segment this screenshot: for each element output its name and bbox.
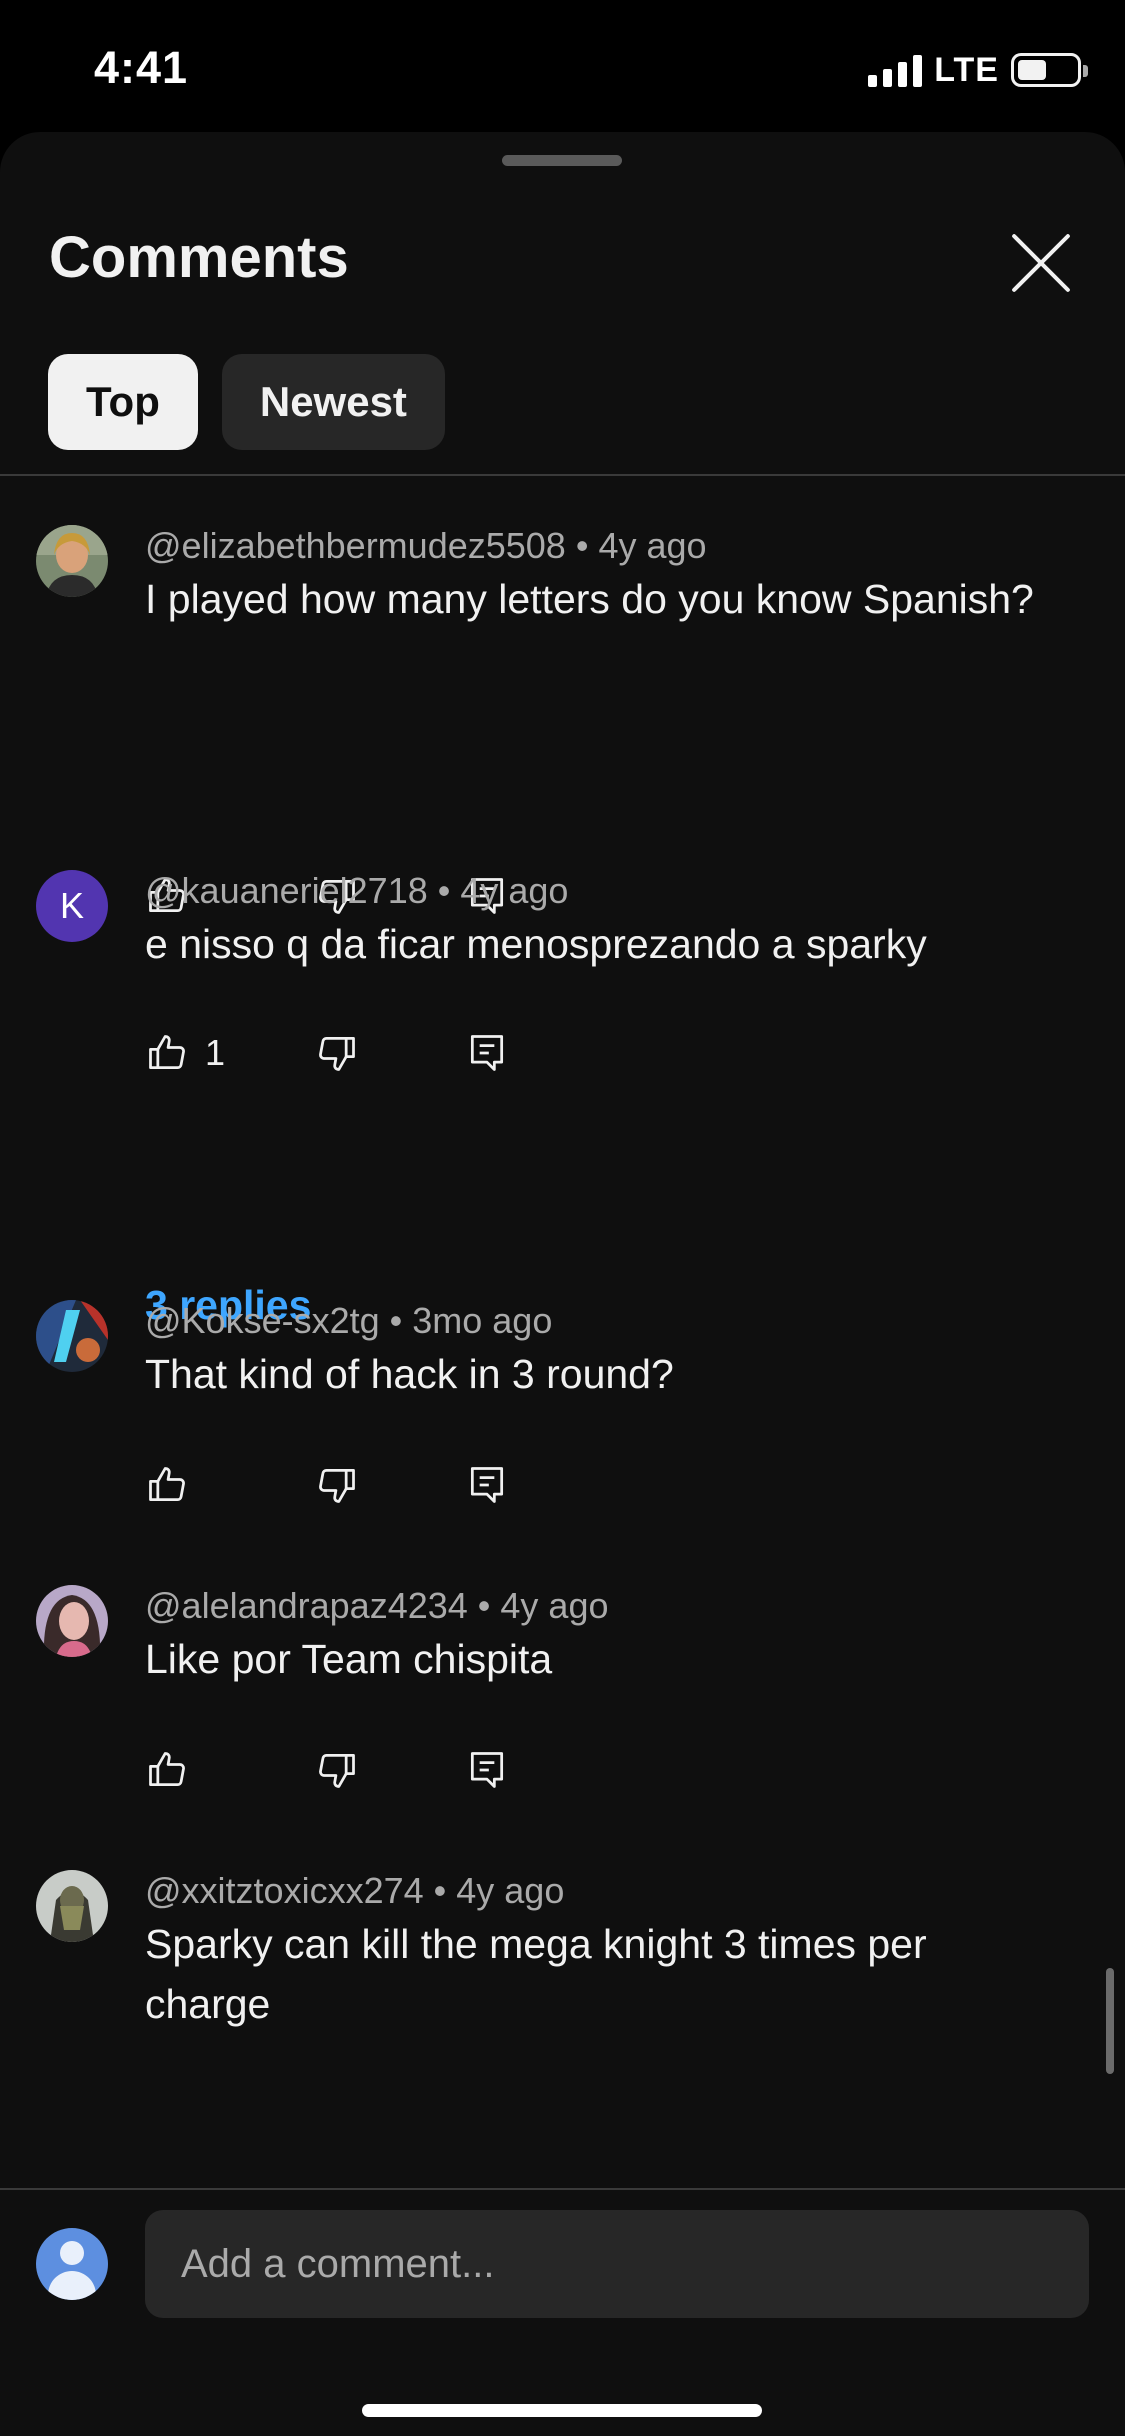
comment-meta: @elizabethbermudez5508 • 4y ago <box>145 525 707 567</box>
avatar[interactable] <box>36 525 108 597</box>
avatar[interactable] <box>36 1585 108 1657</box>
comment-composer <box>0 2188 1125 2436</box>
comment-meta: @kauaneriel2718 • 4y ago <box>145 870 568 912</box>
comment-text: Like por Team chispita <box>145 1636 553 1682</box>
comment-author[interactable]: @elizabethbermudez5508 <box>145 525 566 566</box>
comment-age: 3mo ago <box>412 1300 553 1341</box>
avatar[interactable] <box>36 1300 108 1372</box>
reply-icon <box>470 1035 504 1071</box>
status-bar: 4:41 LTE <box>0 0 1125 132</box>
comments-sheet: Comments Top Newest @elizabethbermudez55… <box>0 132 1125 2436</box>
avatar[interactable] <box>36 1870 108 1942</box>
dislike-icon <box>319 1753 355 1788</box>
home-indicator[interactable] <box>362 2404 762 2417</box>
reply-button[interactable] <box>465 1031 509 1075</box>
comment-meta: @Kokse-sx2tg • 3mo ago <box>145 1300 552 1342</box>
tab-newest[interactable]: Newest <box>221 354 445 450</box>
status-time: 4:41 <box>94 42 189 93</box>
sheet-grabber[interactable] <box>502 155 622 166</box>
dislike-icon <box>319 1036 355 1071</box>
like-button[interactable] <box>145 1748 315 1792</box>
meta-separator: • <box>575 525 589 566</box>
signal-icon <box>868 53 923 87</box>
scrollbar[interactable] <box>1106 1968 1114 2074</box>
comment-age: 4y ago <box>500 1585 609 1626</box>
network-type: LTE <box>934 50 999 89</box>
header-divider <box>0 474 1125 476</box>
reply-button[interactable] <box>465 1748 509 1792</box>
meta-separator: • <box>437 870 451 911</box>
meta-separator: • <box>477 1585 491 1626</box>
comment-age: 4y ago <box>460 870 569 911</box>
comment-author[interactable]: @alelandrapaz4234 <box>145 1585 468 1626</box>
avatar[interactable]: K <box>36 870 108 942</box>
reply-button[interactable] <box>465 1463 509 1507</box>
battery-icon <box>1011 53 1088 87</box>
comment-text: I played how many letters do you know Sp… <box>145 576 1034 622</box>
comment-meta: @xxitztoxicxx274 • 4y ago <box>145 1870 564 1912</box>
user-avatar <box>36 2228 108 2300</box>
comment-text: e nisso q da ficar menosprezando a spark… <box>145 921 927 967</box>
comment-age: 4y ago <box>456 1870 565 1911</box>
comment-text: Sparky can kill the mega knight 3 times … <box>145 1921 927 2027</box>
tab-top[interactable]: Top <box>48 354 198 450</box>
comment-age: 4y ago <box>598 525 707 566</box>
close-icon[interactable] <box>1006 228 1076 298</box>
comment-actions <box>145 1460 509 1510</box>
meta-separator: • <box>433 1870 447 1911</box>
reply-icon <box>470 1752 504 1788</box>
sheet-title: Comments <box>49 225 349 290</box>
comment-input[interactable] <box>145 2210 1089 2318</box>
comment-author[interactable]: @xxitztoxicxx274 <box>145 1870 424 1911</box>
dislike-button[interactable] <box>315 1031 465 1075</box>
sort-tabs: Top Newest <box>48 354 445 450</box>
dislike-icon <box>319 1468 355 1503</box>
like-icon <box>149 1752 185 1787</box>
meta-separator: • <box>389 1300 403 1341</box>
comment-meta: @alelandrapaz4234 • 4y ago <box>145 1585 609 1627</box>
dislike-button[interactable] <box>315 1748 465 1792</box>
like-button[interactable]: 1 <box>145 1031 315 1075</box>
like-icon <box>149 1467 185 1502</box>
like-button[interactable] <box>145 1463 315 1507</box>
like-icon <box>149 1035 185 1070</box>
reply-icon <box>470 1467 504 1503</box>
comment-author[interactable]: @kauaneriel2718 <box>145 870 428 911</box>
comment-actions <box>145 1745 509 1795</box>
dislike-button[interactable] <box>315 1463 465 1507</box>
status-indicators: LTE <box>868 50 1088 90</box>
comment-author[interactable]: @Kokse-sx2tg <box>145 1300 380 1341</box>
like-count: 1 <box>205 1032 226 1073</box>
comment-text: That kind of hack in 3 round? <box>145 1351 674 1397</box>
comment-actions: 1 <box>145 1028 509 1078</box>
